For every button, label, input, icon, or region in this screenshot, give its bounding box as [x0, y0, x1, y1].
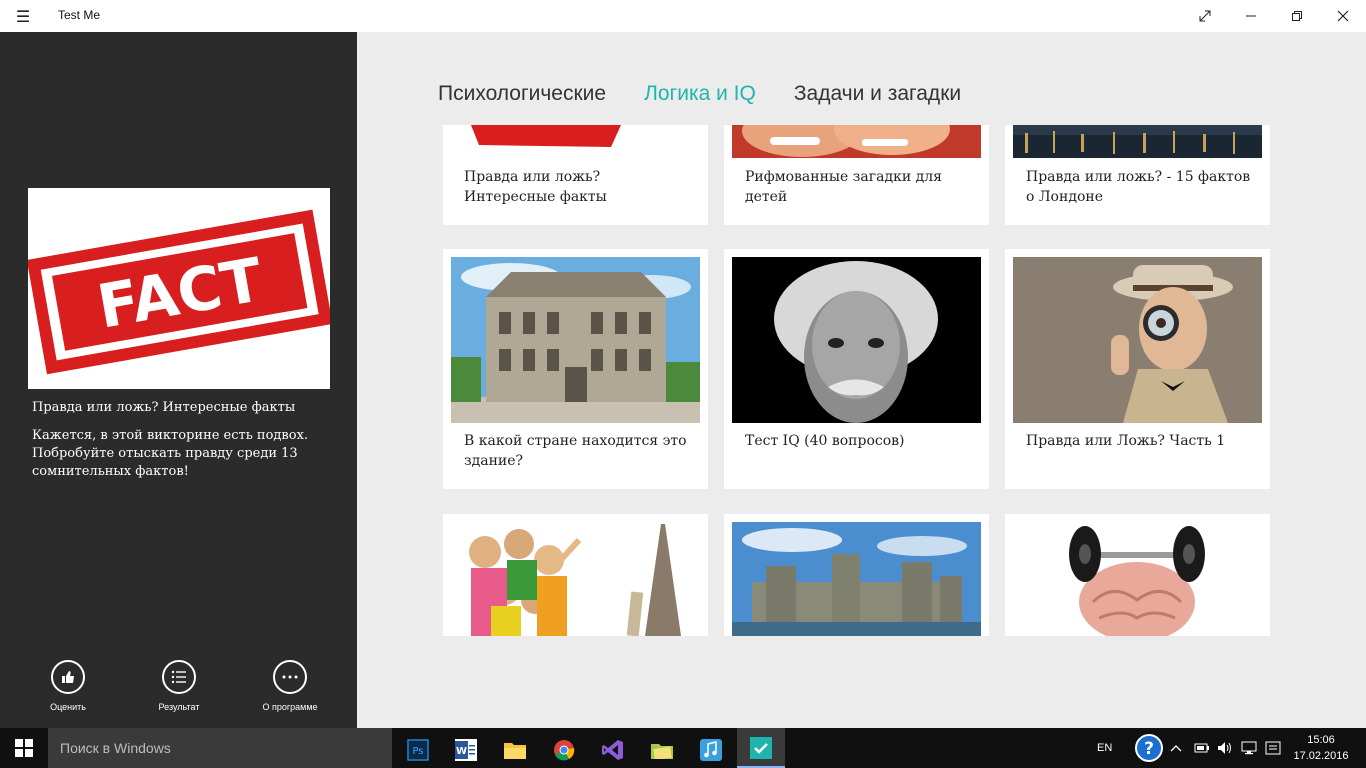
test-card[interactable] — [724, 514, 989, 636]
restore-icon[interactable] — [1274, 0, 1320, 32]
fullscreen-icon[interactable] — [1182, 0, 1228, 32]
castle-image — [732, 522, 981, 636]
test-card[interactable]: Правда или ложь? - 15 фактов о Лондоне — [1005, 125, 1270, 225]
photoshop-icon[interactable]: Ps — [394, 732, 442, 768]
test-card[interactable]: Правда или Ложь? Часть 1 — [1005, 249, 1270, 489]
rate-label: Оценить — [50, 702, 86, 712]
more-icon — [273, 660, 307, 694]
help-icon[interactable]: ? — [1134, 728, 1164, 768]
taskbar-search[interactable]: Поиск в Windows — [48, 728, 392, 768]
clock-time: 15:06 — [1307, 734, 1335, 746]
about-label: О программе — [262, 702, 318, 712]
minimize-icon[interactable] — [1228, 0, 1274, 32]
hamburger-icon[interactable]: ☰ — [10, 4, 36, 28]
folder-app-icon[interactable] — [638, 732, 686, 768]
about-button[interactable]: О программе — [245, 660, 335, 712]
thumbs-up-icon — [51, 660, 85, 694]
test-card[interactable] — [443, 514, 708, 636]
network-icon[interactable] — [1241, 728, 1257, 768]
test-card-title: Правда или ложь? Интересные факты — [464, 169, 607, 205]
tourists-image — [451, 522, 700, 636]
tab-logic-iq[interactable]: Логика и IQ — [644, 82, 756, 106]
clock[interactable]: 15:06 17.02.2016 — [1290, 728, 1352, 768]
test-card-title: Рифмованные загадки для детей — [745, 169, 942, 205]
notifications-icon[interactable] — [1265, 728, 1281, 768]
svg-text:W: W — [456, 746, 467, 757]
children-image — [732, 125, 981, 158]
brain-dumbbell-image — [1013, 522, 1262, 636]
main-content: Психологические Логика и IQ Задачи и заг… — [357, 32, 1366, 728]
detective-image — [1013, 257, 1262, 423]
results-label: Результат — [158, 702, 200, 712]
einstein-image — [732, 257, 981, 423]
test-card[interactable] — [1005, 514, 1270, 636]
test-card[interactable]: Тест IQ (40 вопросов) — [724, 249, 989, 489]
music-app-icon[interactable] — [687, 732, 735, 768]
svg-text:Ps: Ps — [412, 746, 423, 757]
results-button[interactable]: Результат — [134, 660, 224, 712]
test-card-title: В какой стране находится это здание? — [464, 433, 687, 469]
volume-icon[interactable] — [1217, 728, 1233, 768]
test-card[interactable]: Правда или ложь? Интересные факты — [443, 125, 708, 225]
london-night-image — [1013, 125, 1262, 158]
close-icon[interactable] — [1320, 0, 1366, 32]
fact-stamp-image — [451, 125, 700, 158]
file-explorer-icon[interactable] — [491, 732, 539, 768]
category-tabs: Психологические Логика и IQ Задачи и заг… — [438, 82, 961, 106]
chrome-icon[interactable] — [540, 732, 588, 768]
selected-test-title: Правда или ложь? Интересные факты — [32, 400, 296, 415]
search-placeholder: Поиск в Windows — [60, 740, 171, 756]
language-indicator[interactable]: EN — [1097, 728, 1112, 768]
word-icon[interactable]: W — [442, 732, 490, 768]
test-card-title: Тест IQ (40 вопросов) — [745, 433, 905, 449]
svg-text:?: ? — [1144, 739, 1154, 759]
tab-puzzles[interactable]: Задачи и загадки — [794, 82, 961, 106]
rate-button[interactable]: Оценить — [23, 660, 113, 712]
detail-pane: FACT Правда или ложь? Интересные факты К… — [0, 32, 357, 728]
test-card-title: Правда или ложь? - 15 фактов о Лондоне — [1026, 169, 1251, 205]
selected-test-description: Кажется, в этой викторине есть подвох. П… — [32, 428, 309, 479]
visual-studio-icon[interactable] — [589, 732, 637, 768]
test-card[interactable]: В какой стране находится это здание? — [443, 249, 708, 489]
chevron-up-icon[interactable] — [1170, 728, 1182, 768]
tab-psychological[interactable]: Психологические — [438, 82, 606, 106]
app-title: Test Me — [58, 8, 101, 22]
testme-app-icon[interactable] — [737, 728, 785, 768]
title-bar: ☰ Test Me — [0, 0, 1366, 32]
test-card[interactable]: Рифмованные загадки для детей — [724, 125, 989, 225]
clock-date: 17.02.2016 — [1293, 750, 1349, 762]
building-image — [451, 257, 700, 423]
test-card-title: Правда или Ложь? Часть 1 — [1026, 433, 1226, 449]
windows-start-icon[interactable] — [0, 728, 48, 768]
taskbar: Поиск в Windows Ps W EN ? 15:06 17.02.20… — [0, 728, 1366, 768]
list-icon — [162, 660, 196, 694]
fact-stamp-image: FACT — [28, 188, 330, 389]
battery-icon[interactable] — [1194, 728, 1210, 768]
